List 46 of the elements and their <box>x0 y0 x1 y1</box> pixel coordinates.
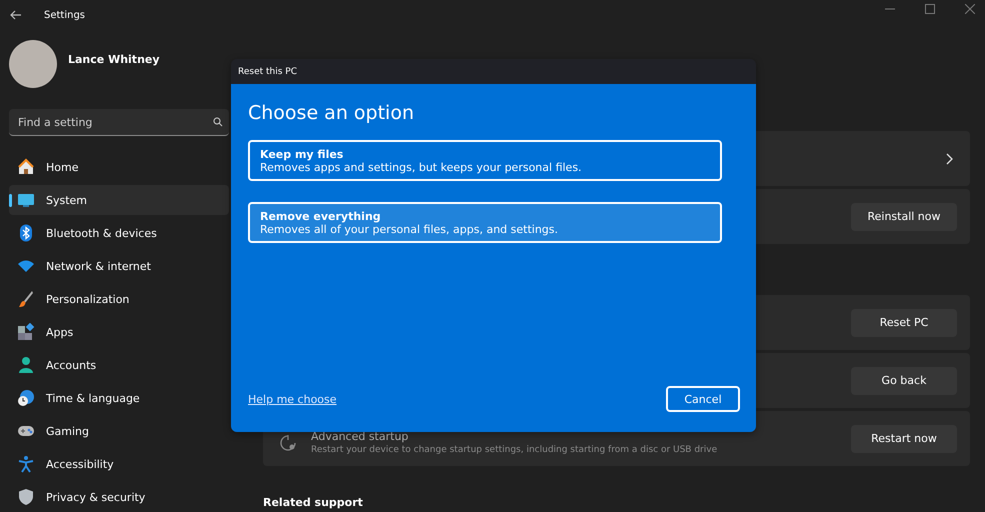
back-arrow-icon[interactable] <box>10 10 22 20</box>
help-link[interactable]: Help me choose <box>248 392 337 406</box>
nav-item[interactable]: Home <box>9 152 229 182</box>
card-button[interactable]: Reset PC <box>851 308 957 336</box>
nav-item[interactable]: Personalization <box>9 284 229 314</box>
option-description: Removes apps and settings, but keeps your personal files. <box>260 160 583 174</box>
option-button[interactable]: Keep my files Removes apps and settings, but keeps your personal files. <box>248 140 722 181</box>
card-description: Restart your device to change startup settings, including starting from a disc or USB drive <box>311 445 718 455</box>
card-button[interactable]: Reinstall now <box>851 202 957 230</box>
card-title: Advanced startup <box>311 430 410 443</box>
house-icon <box>17 158 35 176</box>
accessibility-icon <box>17 455 35 473</box>
card-button[interactable]: Restart now <box>851 424 957 452</box>
globe-clock-icon <box>17 389 35 407</box>
nav-item[interactable]: Accounts <box>9 350 229 380</box>
apps-icon <box>17 323 35 341</box>
bluetooth-icon <box>17 224 35 242</box>
user-name: Lance Whitney <box>68 52 160 66</box>
nav-item[interactable]: Apps <box>9 317 229 347</box>
nav-item[interactable]: Gaming <box>9 416 229 446</box>
card-button[interactable]: Go back <box>851 366 957 394</box>
section-heading: Related support <box>263 496 364 509</box>
person-icon <box>17 356 35 374</box>
monitor-icon <box>17 191 35 209</box>
avatar-placeholder <box>9 40 57 88</box>
shield-icon <box>17 488 35 506</box>
dialog-title: Reset this PC <box>238 66 297 76</box>
nav-item[interactable]: Accessibility <box>9 449 229 479</box>
option-description: Removes all of your personal files, apps, and settings. <box>260 222 560 236</box>
close-icon[interactable] <box>965 4 975 14</box>
nav-item[interactable]: System <box>9 185 229 215</box>
nav-item[interactable]: Bluetooth & devices <box>9 218 229 248</box>
dialog-heading: Choose an option <box>248 102 415 124</box>
maximize-icon[interactable] <box>925 4 935 14</box>
chevron-right-icon[interactable] <box>946 152 953 164</box>
nav-item[interactable]: Privacy & security <box>9 482 229 512</box>
cancel-button[interactable]: Cancel <box>666 386 740 412</box>
search-icon[interactable] <box>213 117 223 127</box>
nav-item[interactable]: Network & internet <box>9 251 229 281</box>
window-title: Settings <box>44 10 86 20</box>
option-title: Remove everything <box>260 210 382 222</box>
option-button[interactable]: Remove everything Removes all of your personal files, apps, and settings. <box>248 202 722 243</box>
search-field[interactable]: Find a setting <box>9 109 229 136</box>
option-title: Keep my files <box>260 148 344 160</box>
brush-icon <box>17 290 35 308</box>
nav-item[interactable]: Time & language <box>9 383 229 413</box>
